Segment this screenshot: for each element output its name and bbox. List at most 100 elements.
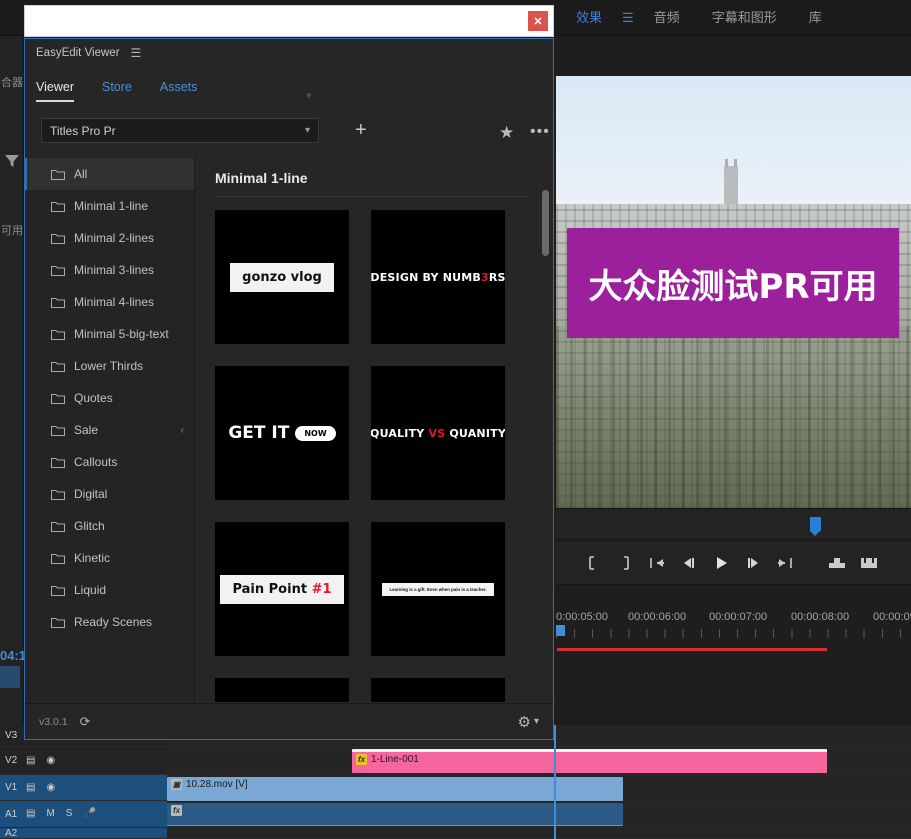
hamburger-icon[interactable]: ☰ [618,10,638,26]
workspace-tab-captions-graphics[interactable]: 字幕和图形 [696,0,793,36]
workspace-tab-effects[interactable]: 效果 [560,0,618,36]
track-body-a2[interactable] [167,828,911,839]
sidebar-item-glitch[interactable]: Glitch [25,510,194,542]
mute-icon[interactable]: M [46,809,54,819]
template-gallery[interactable]: Minimal 1-line gonzo vlog DESIGN BY NUMB… [195,158,553,702]
gallery-scrollbar[interactable] [542,190,549,256]
sidebar-item-digital[interactable]: Digital [25,478,194,510]
favorites-star-icon[interactable]: ★ [499,123,514,143]
track-label: V1 [5,782,18,793]
clip-label: 1-Line-001 [371,754,419,765]
sidebar-item-minimal-3-lines[interactable]: Minimal 3-lines [25,254,194,286]
track-row: A2 [0,828,911,839]
monitor-scrub-bar[interactable] [556,508,911,538]
eye-icon[interactable]: ◉ [46,782,55,793]
chevron-down-icon[interactable]: ▾ [534,716,539,727]
track-body-v1[interactable]: ▣ 10.28.mov [V] [167,775,911,801]
gear-icon[interactable]: ⚙ [518,713,531,731]
track-output-icon[interactable]: ▤ [26,782,35,793]
sidebar-item-callouts[interactable]: Callouts [25,446,194,478]
template-card-quality-vs-quanity[interactable]: QUALITY VS QUANITY [371,366,505,500]
track-row: A1 ▤ M S 🎤 fx [0,801,911,828]
template-card-get-it-now[interactable]: GET IT NOW [215,366,349,500]
template-grid: gonzo vlog DESIGN BY NUMB3RS GET ITNOW [215,210,535,702]
folder-icon [51,393,65,404]
chevron-down-icon[interactable]: ▾ [306,89,312,102]
chevron-left-icon[interactable]: ‹ [181,425,184,436]
badge-pill: NOW [295,425,336,441]
add-pack-button[interactable]: + [355,120,367,140]
sidebar-item-minimal-1-line[interactable]: Minimal 1-line [25,190,194,222]
category-sidebar[interactable]: All Minimal 1-line Minimal 2-lines Minim… [25,158,195,702]
template-card-gonzo-vlog[interactable]: gonzo vlog [215,210,349,344]
folder-icon [51,329,65,340]
track-output-icon[interactable]: ▤ [26,809,35,819]
go-to-in-button[interactable] [642,548,672,578]
track-label: A2 [5,827,18,839]
refresh-icon[interactable]: ⟳ [80,714,91,730]
track-label: V2 [5,755,18,766]
track-body-v2[interactable]: fx 1-Line-001 [167,747,911,775]
go-to-out-button[interactable] [770,548,800,578]
folder-icon [51,361,65,372]
filter-funnel-icon[interactable] [4,154,20,168]
panel-header: EasyEdit Viewer ☰ [25,39,553,67]
accent-char: #1 [311,581,332,597]
close-icon[interactable]: ✕ [528,11,548,31]
template-row: Pain Point #1 Learning is a gift. Even w… [215,522,535,656]
track-body-a1[interactable]: fx [167,801,911,828]
mark-out-button[interactable] [610,548,640,578]
tab-viewer[interactable]: Viewer [36,75,88,102]
play-button[interactable] [706,548,736,578]
sidebar-item-sale[interactable]: Sale ‹ [25,414,194,446]
template-card-design-by-numbers[interactable]: DESIGN BY NUMB3RS [371,210,505,344]
sidebar-item-minimal-5-big-text[interactable]: Minimal 5-big-text [25,318,194,350]
tab-store[interactable]: Store [88,75,146,99]
pack-select-dropdown[interactable]: Titles Pro Pr ▾ [41,118,319,143]
more-options-icon[interactable]: ••• [530,123,550,141]
sidebar-item-minimal-4-lines[interactable]: Minimal 4-lines [25,286,194,318]
sidebar-item-lower-thirds[interactable]: Lower Thirds [25,350,194,382]
template-card-next-2[interactable] [371,678,505,702]
window-title-bar[interactable]: ✕ [24,5,554,37]
sidebar-item-ready-scenes[interactable]: Ready Scenes [25,606,194,638]
sidebar-item-label: Minimal 2-lines [74,231,155,245]
sidebar-item-liquid[interactable]: Liquid [25,574,194,606]
step-back-button[interactable] [674,548,704,578]
workspace-tab-audio[interactable]: 音频 [638,0,696,36]
track-header-v1[interactable]: V1 ▤ ◉ [0,775,167,801]
sidebar-item-kinetic[interactable]: Kinetic [25,542,194,574]
folder-icon [51,201,65,212]
sidebar-item-all[interactable]: All [25,158,194,190]
fx-badge-icon: fx [171,805,182,816]
timeline-playhead-icon[interactable] [556,625,565,636]
track-output-icon[interactable]: ▤ [26,755,35,766]
sidebar-item-label: Callouts [74,455,118,469]
sidebar-item-minimal-2-lines[interactable]: Minimal 2-lines [25,222,194,254]
insert-button[interactable] [822,548,852,578]
step-forward-button[interactable] [738,548,768,578]
playhead-marker-icon[interactable] [810,517,821,536]
solo-icon[interactable]: S [66,809,73,819]
timeline-ruler[interactable]: 0:00:05:00 00:00:06:00 00:00:07:00 00:00… [556,584,911,651]
hamburger-icon[interactable]: ☰ [131,46,142,60]
overwrite-button[interactable] [854,548,884,578]
workspace-tab-libraries[interactable]: 库 [793,0,838,36]
title-graphic-text: 大众脸测试PR可用 [588,266,878,307]
sidebar-item-label: Kinetic [74,551,111,565]
timeline-playhead-line[interactable] [554,725,556,839]
template-card-next-1[interactable] [215,678,349,702]
eye-icon[interactable]: ◉ [46,755,55,766]
sidebar-item-quotes[interactable]: Quotes [25,382,194,414]
fx-badge-icon: fx [356,754,367,765]
track-header-v2[interactable]: V2 ▤ ◉ [0,747,167,775]
tab-assets[interactable]: Assets [146,75,212,99]
track-header-a1[interactable]: A1 ▤ M S 🎤 [0,801,167,828]
mark-in-button[interactable] [578,548,608,578]
timeline-clip-title[interactable]: fx 1-Line-001 [352,749,827,773]
template-card-pain-point[interactable]: Pain Point #1 [215,522,349,656]
template-card-quote[interactable]: Learning is a gift. Even when pain is a … [371,522,505,656]
voiceover-icon[interactable]: 🎤 [83,809,95,819]
panel-content: All Minimal 1-line Minimal 2-lines Minim… [25,158,553,702]
track-header-a2[interactable]: A2 [0,828,167,839]
